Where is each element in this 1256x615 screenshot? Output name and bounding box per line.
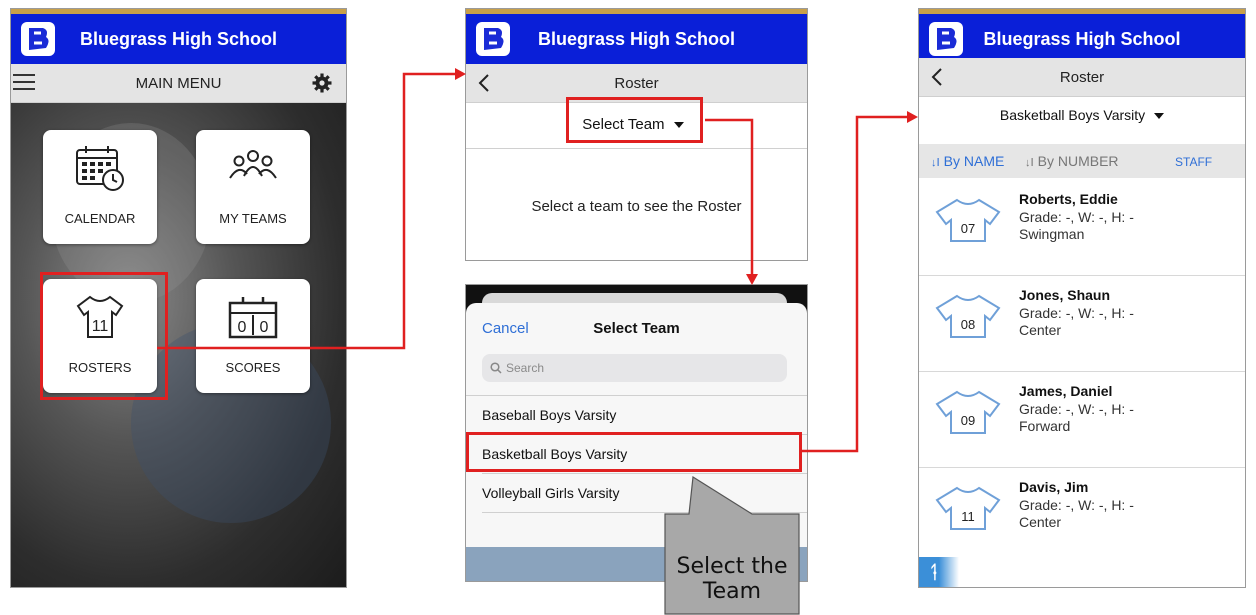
arrowhead [455,68,466,80]
arrowhead [746,274,758,285]
flow-arrows [157,68,918,453]
arrowhead [907,111,918,123]
arrow-select-to-sheet [705,118,754,278]
arrow-basketball-to-list [802,115,910,453]
arrow-rosters-to-roster [157,72,458,350]
